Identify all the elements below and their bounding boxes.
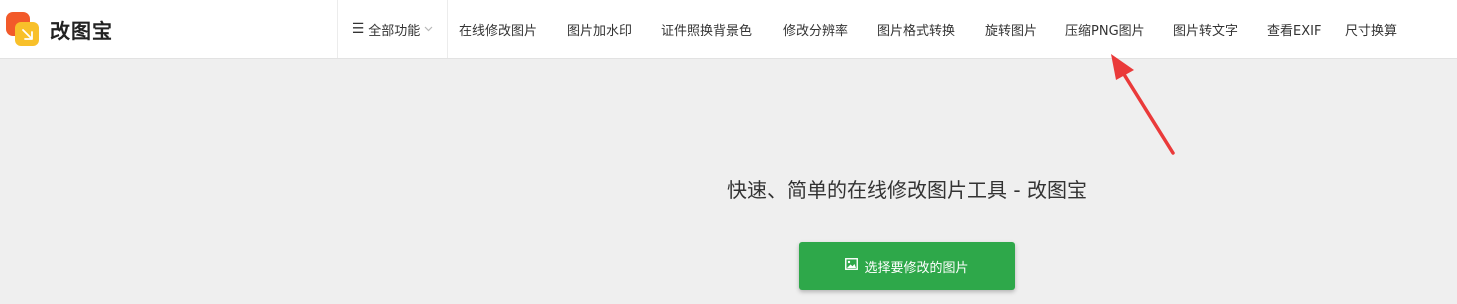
menu-icon: ☰ [351,21,365,37]
select-image-label: 选择要修改的图片 [864,260,969,276]
nav-item-exif[interactable]: 查看EXIF [1267,0,1321,58]
all-features-label: 全部功能 [368,23,421,39]
image-icon [845,258,859,274]
logo-icon [6,12,40,46]
nav-item-online-edit[interactable]: 在线修改图片 [459,0,537,58]
brand-name: 改图宝 [50,18,113,43]
page-headline: 快速、简单的在线修改图片工具 - 改图宝 [727,178,1087,202]
chevron-down-icon [424,24,433,35]
nav-item-image-to-text[interactable]: 图片转文字 [1173,0,1238,58]
nav-item-format-convert[interactable]: 图片格式转换 [877,0,955,58]
nav-item-id-photo-bg[interactable]: 证件照换背景色 [661,0,752,58]
nav-item-size-convert[interactable]: 尺寸换算 [1345,0,1397,58]
select-image-button[interactable]: 选择要修改的图片 [799,242,1015,290]
top-header: 改图宝 ☰ 全部功能 在线修改图片 图片加水印 证件照换背景色 修改分辨率 图片… [0,0,1457,59]
nav-item-watermark[interactable]: 图片加水印 [567,0,632,58]
all-features-menu[interactable]: ☰ 全部功能 [337,0,448,58]
annotation-arrow-icon [1111,54,1175,155]
nav-item-rotate[interactable]: 旋转图片 [985,0,1037,58]
logo[interactable]: 改图宝 [0,0,113,58]
nav-item-resolution[interactable]: 修改分辨率 [783,0,848,58]
